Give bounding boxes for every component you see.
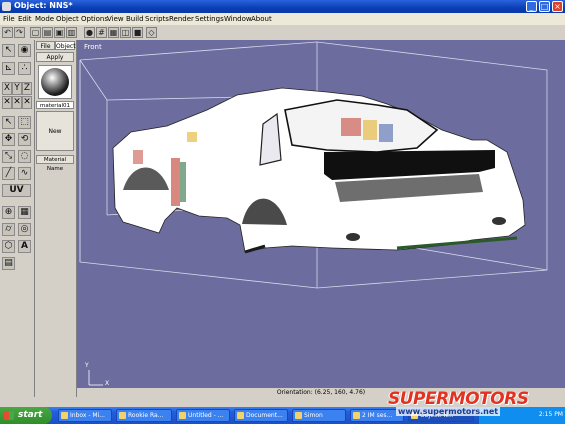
menu-build[interactable]: Build: [126, 15, 144, 23]
new-material-button[interactable]: New: [36, 111, 74, 151]
scale-icon[interactable]: ⤡: [2, 150, 15, 163]
car-model[interactable]: [77, 40, 565, 388]
browser-icon: [119, 412, 126, 419]
app-icon: [2, 2, 11, 11]
z-axis-icon[interactable]: Z: [22, 82, 32, 95]
point-tool-icon[interactable]: ∴: [18, 62, 31, 75]
curve-icon[interactable]: ∿: [18, 167, 31, 180]
apply-button[interactable]: Apply: [36, 52, 74, 62]
undo-icon[interactable]: ↶: [2, 27, 13, 38]
watermark-url: www.supermotors.net: [396, 407, 501, 416]
copy-icon[interactable]: ▣: [54, 27, 65, 38]
mail-icon: [61, 412, 68, 419]
cylinder-primitive-icon[interactable]: ⌭: [2, 223, 15, 236]
lock-z-icon[interactable]: ✕: [22, 96, 32, 109]
task-inbox[interactable]: Inbox - Mi...: [58, 409, 112, 422]
watermark-logo: SUPERMOTORS www.supermotors.net: [388, 389, 563, 419]
material-name-field[interactable]: Material Name: [36, 155, 74, 172]
tab-file[interactable]: File: [36, 41, 55, 50]
split-view-icon[interactable]: ◫: [120, 27, 131, 38]
task-label: Inbox - Mi...: [70, 412, 105, 419]
material-sphere-icon: [41, 68, 69, 96]
paste-icon[interactable]: ▥: [66, 27, 77, 38]
lasso-icon[interactable]: ◌: [18, 150, 31, 163]
line-icon[interactable]: ╱: [2, 167, 15, 180]
task-label: Simon: [304, 412, 323, 419]
new-object-icon[interactable]: ▢: [30, 27, 41, 38]
open-icon[interactable]: ▤: [42, 27, 53, 38]
task-label: Document...: [246, 412, 283, 419]
task-label: Rookie Ra...: [128, 412, 164, 419]
box-select-icon[interactable]: ⬚: [18, 116, 31, 129]
material-name-label: material01: [36, 101, 74, 109]
car-body: [112, 87, 526, 254]
start-button[interactable]: start: [0, 407, 52, 424]
tab-object[interactable]: Object: [55, 41, 76, 50]
axis-indicator: [88, 370, 103, 386]
polygon-primitive-icon[interactable]: ⬡: [2, 240, 15, 253]
maximize-button[interactable]: □: [539, 1, 550, 12]
axis-tool-icon[interactable]: ⊾: [2, 62, 15, 75]
toolbar: ↶ ↷ ▢ ▤ ▣ ▥ ● # ▦ ◫ ■ ◇: [0, 25, 565, 41]
title-bar: Object: NNS* _ □ ×: [0, 0, 565, 13]
menu-mode[interactable]: Mode: [35, 15, 54, 23]
messenger-icon: [353, 412, 360, 419]
paint-icon: [179, 412, 186, 419]
axis-x-label: X: [105, 380, 110, 387]
task-untitled[interactable]: Untitled - ...: [176, 409, 230, 422]
move-icon[interactable]: ✥: [2, 133, 15, 146]
arrow-select-icon[interactable]: ↖: [2, 116, 15, 129]
task-label: Untitled - ...: [188, 412, 224, 419]
axis-y-label: Y: [85, 362, 89, 369]
menu-file[interactable]: File: [3, 15, 15, 23]
menu-render[interactable]: Render: [169, 15, 194, 23]
watermark-brand: SUPERMOTORS: [388, 389, 529, 409]
window-title: Object: NNS*: [14, 1, 73, 10]
material-panel: File Object Apply material01 New Materia…: [35, 40, 77, 397]
tool-palette: ↖ ◉ ⊾ ∴ X Y Z ✕ ✕ ✕ ↖ ⬚ ✥ ⟲ ⤡ ◌ ╱ ∿ UV ⊕…: [0, 40, 35, 397]
single-view-icon[interactable]: ■: [132, 27, 143, 38]
menu-view[interactable]: View: [107, 15, 124, 23]
table-icon[interactable]: ▤: [2, 257, 15, 270]
text-tool-icon[interactable]: A: [18, 240, 31, 253]
menu-about[interactable]: About: [251, 15, 272, 23]
select-arrow-icon[interactable]: ↖: [2, 44, 15, 57]
menu-scripts[interactable]: Scripts: [145, 15, 169, 23]
y-axis-icon[interactable]: Y: [12, 82, 22, 95]
sphere-primitive-icon[interactable]: ⊕: [2, 206, 15, 219]
x-axis-icon[interactable]: X: [2, 82, 12, 95]
redo-icon[interactable]: ↷: [14, 27, 25, 38]
task-simon[interactable]: Simon: [292, 409, 346, 422]
3d-viewport[interactable]: Front Y X Orientation: (6.25, 160, 4.76): [77, 40, 565, 397]
simon-icon: [295, 412, 302, 419]
task-document[interactable]: Document...: [234, 409, 288, 422]
material-preview[interactable]: [38, 65, 72, 99]
close-button[interactable]: ×: [552, 1, 563, 12]
lock-y-icon[interactable]: ✕: [12, 96, 22, 109]
menu-settings[interactable]: Settings: [195, 15, 224, 23]
document-icon: [237, 412, 244, 419]
sphere-view-icon[interactable]: ●: [84, 27, 95, 38]
uv-icon[interactable]: UV: [2, 184, 31, 197]
grid-primitive-icon[interactable]: ▦: [18, 206, 31, 219]
menu-edit[interactable]: Edit: [18, 15, 32, 23]
windows-flag-icon: [4, 411, 14, 420]
start-label: start: [18, 410, 43, 420]
wireframe-icon[interactable]: ◇: [146, 27, 157, 38]
task-rookie[interactable]: Rookie Ra...: [116, 409, 172, 422]
menu-object[interactable]: Object: [56, 15, 79, 23]
lock-x-icon[interactable]: ✕: [2, 96, 12, 109]
rotate-icon[interactable]: ⟲: [18, 133, 31, 146]
layout-icon[interactable]: ▦: [108, 27, 119, 38]
grid-view-icon[interactable]: #: [96, 27, 107, 38]
minimize-button[interactable]: _: [526, 1, 537, 12]
menu-options[interactable]: Options: [81, 15, 108, 23]
menu-window[interactable]: Window: [224, 15, 252, 23]
eye-icon[interactable]: ◉: [18, 44, 31, 57]
torus-primitive-icon[interactable]: ◎: [18, 223, 31, 236]
